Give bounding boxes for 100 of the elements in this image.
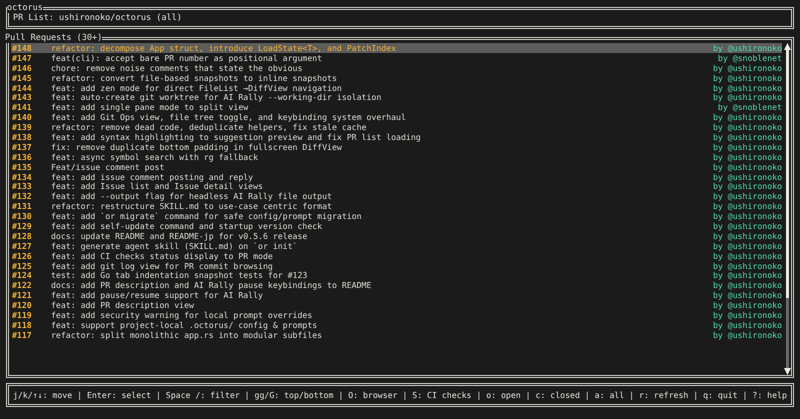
pr-row[interactable]: #147 feat(cli): accept bare PR number as positional argument by @snoblenet	[11, 52, 782, 63]
pr-row[interactable]: #119 feat: add security warning for local prompt overrides by @ushironoko	[11, 310, 782, 320]
scroll-down-arrow-icon[interactable]	[784, 368, 791, 375]
pr-number: #130	[12, 211, 33, 222]
pr-number: #127	[12, 240, 33, 251]
pr-author: by @ushironoko	[712, 330, 782, 340]
pr-title: feat: add pause/resume support for AI Rally	[51, 290, 264, 300]
pr-title: refactor: split monolithic app.rs into modular subfiles	[51, 330, 324, 340]
pr-number: #145	[12, 72, 33, 83]
pr-author: by @ushironoko	[712, 172, 782, 182]
pr-title: docs: update README and README-jp for v0.5.6 release	[51, 230, 308, 241]
pr-title: feat: auto-create git worktree for AI Rally --working-dir isolation	[51, 92, 382, 102]
keybinding-help: j/k/↑↓: move | Enter: select | Space /: filter | gg/G: top/bottom | O: browser | S: CI checks | o: open | c: closed | a: all | r: refresh | q: quit | ?: help	[13, 389, 787, 402]
pr-number: #133	[12, 181, 33, 192]
pr-number: #120	[12, 300, 33, 310]
pr-row[interactable]: #140 feat: add Git Ops view, file tree toggle, and keybinding system overhaul by @ushironoko	[11, 112, 782, 122]
pr-row[interactable]: #134 feat: add issue comment posting and reply by @ushironoko	[11, 172, 782, 182]
pr-title: refactor: restructure SKILL.md to use-case centric format	[51, 201, 333, 212]
pr-row[interactable]: #126 feat: add CI checks status display to PR mode by @ushironoko	[11, 250, 782, 261]
pr-title: test: add Go tab indentation snapshot tests for #123	[51, 270, 308, 280]
pr-row[interactable]: #128 docs: update README and README-jp for v0.5.6 release by @ushironoko	[11, 230, 782, 241]
pr-title: feat: add syntax highlighting to suggestion preview and fix PR list loading	[51, 132, 422, 142]
pr-row[interactable]: #138 feat: add syntax highlighting to suggestion preview and fix PR list loading by @ushironoko	[11, 132, 782, 142]
pr-row[interactable]: #130 feat: add `or migrate` command for safe config/prompt migration by @ushironoko	[11, 211, 782, 222]
pr-row[interactable]: #124 test: add Go tab indentation snapshot tests for #123 by @ushironoko	[11, 270, 782, 280]
pr-author: by @ushironoko	[712, 152, 782, 162]
app-title: octorus	[7, 4, 43, 13]
pr-row[interactable]: #141 feat: add single pane mode to split view by @snoblenet	[11, 102, 782, 112]
pr-number: #147	[12, 52, 33, 63]
pr-row[interactable]: #133 feat: add Issue list and Issue detail views by @ushironoko	[11, 181, 782, 192]
pr-row[interactable]: #143 feat: auto-create git worktree for AI Rally --working-dir isolation by @ushironoko	[11, 92, 782, 102]
pr-row[interactable]: #120 feat: add PR description view by @ushironoko	[11, 300, 782, 310]
pr-number: #125	[12, 260, 33, 271]
pr-row[interactable]: #139 refactor: remove dead code, deduplicate helpers, fix stale cache by @ushironoko	[11, 122, 782, 132]
pr-title: Feat/issue comment post	[51, 162, 166, 172]
pr-author: by @ushironoko	[712, 191, 782, 202]
pr-row[interactable]: #148 refactor: decompose App struct, introduce LoadState<T>, and PatchIndex by @ushironoko	[11, 43, 782, 53]
pr-title: feat: add zen mode for direct FileList →DiffView navigation	[51, 82, 343, 93]
pr-author: by @ushironoko	[712, 92, 782, 102]
pr-number: #146	[12, 62, 33, 73]
pr-title: feat: add issue comment posting and reply	[51, 172, 254, 182]
pr-number: #135	[12, 162, 33, 172]
pr-title: feat: add Git Ops view, file tree toggle, and keybinding system overhaul	[51, 112, 407, 122]
pr-author: by @ushironoko	[712, 82, 782, 93]
pr-number: #124	[12, 270, 33, 280]
pr-number: #121	[12, 290, 33, 300]
pr-row[interactable]: #125 feat: add git log view for PR commit browsing by @ushironoko	[11, 260, 782, 270]
pr-row[interactable]: #127 feat: generate agent skill (SKILL.md) on `or init` by @ushironoko	[11, 240, 782, 251]
pr-author: by @ushironoko	[712, 201, 782, 212]
pr-number: #131	[12, 201, 33, 212]
pr-number: #148	[12, 43, 33, 53]
pr-row[interactable]: #137 fix: remove duplicate bottom padding in fullscreen DiffView by @ushironoko	[11, 142, 782, 152]
pr-number: #139	[12, 122, 33, 132]
pr-row[interactable]: #136 feat: async symbol search with rg fallback by @ushironoko	[11, 152, 782, 162]
pr-author: by @ushironoko	[712, 132, 782, 142]
pr-author: by @ushironoko	[712, 43, 782, 53]
pr-title: docs: add PR description and AI Rally pause keybindings to README	[51, 280, 372, 290]
pr-row[interactable]: #118 feat: support project-local .octorus/ config & prompts by @ushironoko	[11, 320, 782, 330]
pr-author: by @ushironoko	[712, 142, 782, 152]
pr-row[interactable]: #122 docs: add PR description and AI Rally pause keybindings to README by @ushironoko	[11, 280, 782, 290]
pr-number: #138	[12, 132, 33, 142]
scroll-up-arrow-icon[interactable]	[784, 43, 791, 50]
pr-title: feat: support project-local .octorus/ config & prompts	[51, 320, 318, 330]
pr-title: feat: add `or migrate` command for safe config/prompt migration	[51, 211, 363, 222]
pr-number: #137	[12, 142, 33, 152]
pr-number: #134	[12, 172, 33, 182]
pr-number: #129	[12, 221, 33, 232]
pr-author: by @ushironoko	[712, 112, 782, 122]
pr-title: refactor: decompose App struct, introduce LoadState<T>, and PatchIndex	[51, 43, 398, 53]
panel-title: Pull Requests (30+)	[5, 34, 102, 43]
pr-author: by @ushironoko	[712, 270, 782, 280]
pr-author: by @ushironoko	[712, 181, 782, 192]
pr-row[interactable]: #146 chore: remove noise comments that state the obvious by @ushironoko	[11, 62, 782, 73]
pr-author: by @snoblenet	[718, 102, 782, 112]
pr-number: #122	[12, 280, 33, 290]
pr-title: feat: add single pane mode to split view	[51, 102, 250, 112]
pr-author: by @ushironoko	[712, 72, 782, 83]
pr-title: feat: add security warning for local prompt overrides	[51, 310, 314, 320]
pr-author: by @ushironoko	[712, 310, 782, 320]
pr-title: refactor: convert file-based snapshots to inline snapshots	[51, 72, 338, 83]
pr-title: fix: remove duplicate bottom padding in fullscreen DiffView	[51, 142, 343, 152]
pr-row[interactable]: #121 feat: add pause/resume support for AI Rally by @ushironoko	[11, 290, 782, 300]
pr-author: by @ushironoko	[712, 211, 782, 222]
pr-row[interactable]: #132 feat: add --output flag for headless AI Rally file output by @ushironoko	[11, 191, 782, 202]
pr-row[interactable]: #144 feat: add zen mode for direct FileList →DiffView navigation by @ushironoko	[11, 82, 782, 92]
pr-author: by @ushironoko	[712, 260, 782, 271]
pr-number: #132	[12, 191, 33, 202]
pr-number: #144	[12, 82, 33, 93]
pr-row[interactable]: #131 refactor: restructure SKILL.md to use-case centric format by @ushironoko	[11, 201, 782, 212]
pr-row[interactable]: #135 Feat/issue comment post by @ushironoko	[11, 162, 782, 172]
pr-title: feat(cli): accept bare PR number as positional argument	[51, 52, 324, 63]
pr-row[interactable]: #145 refactor: convert file-based snapshots to inline snapshots by @ushironoko	[11, 72, 782, 83]
pr-title: feat: add CI checks status display to PR mode	[51, 250, 274, 261]
pr-author: by @ushironoko	[712, 280, 782, 290]
pr-row[interactable]: #117 refactor: split monolithic app.rs into modular subfiles by @ushironoko	[11, 330, 782, 340]
pr-number: #128	[12, 230, 33, 241]
pr-title: refactor: remove dead code, deduplicate helpers, fix stale cache	[51, 122, 368, 132]
pr-title: feat: add self-update command and startup version check	[51, 221, 324, 232]
pr-row[interactable]: #129 feat: add self-update command and startup version check by @ushironoko	[11, 221, 782, 231]
pr-number: #119	[12, 310, 33, 320]
